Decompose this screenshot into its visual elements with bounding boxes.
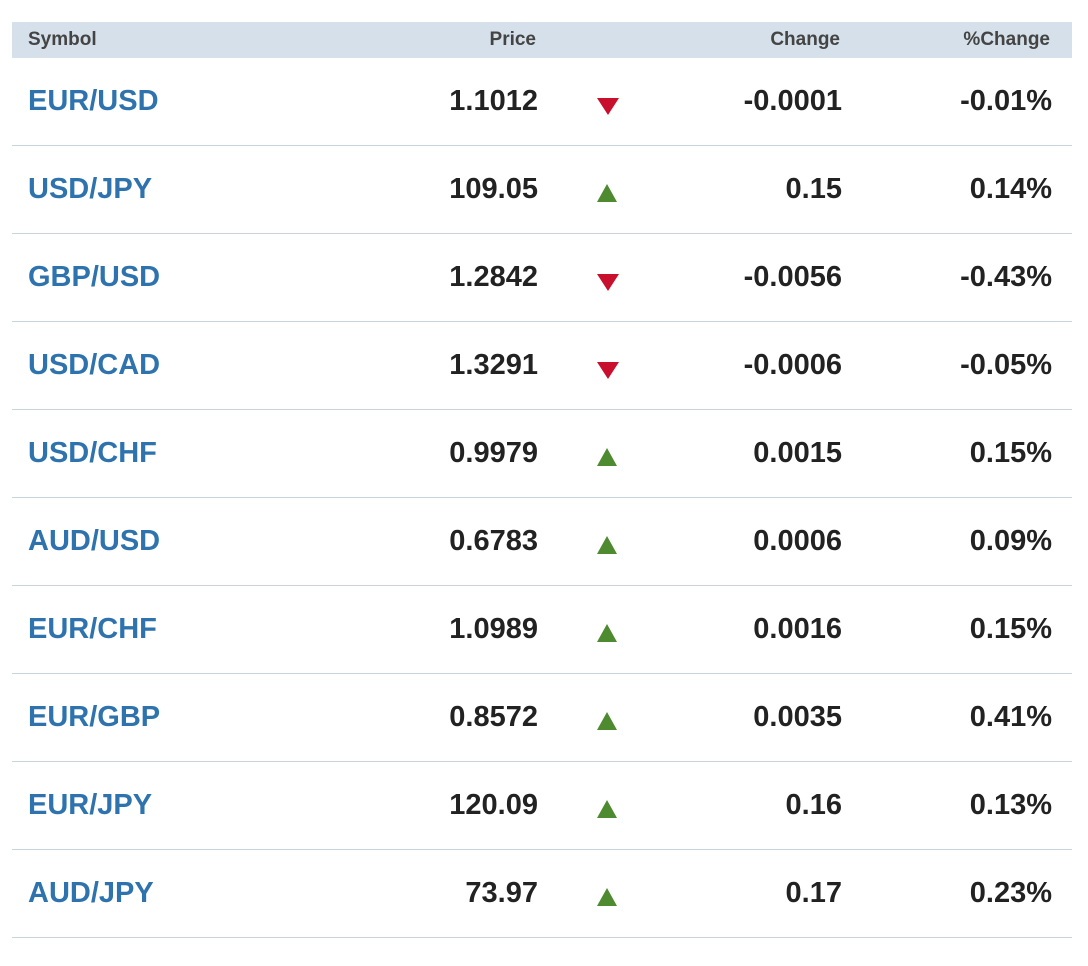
symbol-link[interactable]: EUR/JPY [28, 762, 152, 848]
up-arrow-icon [597, 624, 617, 642]
change-value: 0.0015 [753, 437, 842, 469]
change-value: 0.17 [785, 877, 842, 909]
symbol-link[interactable]: EUR/GBP [28, 674, 160, 760]
down-arrow-icon [597, 362, 619, 379]
symbol-link[interactable]: AUD/USD [28, 498, 160, 584]
up-arrow-icon [597, 712, 617, 730]
price-value: 109.05 [449, 173, 538, 205]
pct-change-value: 0.23% [969, 877, 1052, 909]
price-value: 0.9979 [449, 437, 538, 469]
table-row: EUR/JPY 120.09 0.16 0.13% [12, 762, 1072, 850]
pct-change-value: -0.05% [960, 349, 1052, 381]
price-value: 0.8572 [449, 701, 538, 733]
table-row: USD/CHF 0.9979 0.0015 0.15% [12, 410, 1072, 498]
pct-change-value: 0.41% [969, 701, 1052, 733]
price-value: 0.6783 [449, 525, 538, 557]
price-value: 1.3291 [449, 349, 538, 381]
table-row: USD/CAD 1.3291 -0.0006 -0.05% [12, 322, 1072, 410]
symbol-link[interactable]: EUR/CHF [28, 586, 157, 672]
pct-change-value: 0.13% [969, 789, 1052, 821]
table-row: USD/JPY 109.05 0.15 0.14% [12, 146, 1072, 234]
table-row: EUR/GBP 0.8572 0.0035 0.41% [12, 674, 1072, 762]
table-header: Symbol Price Change %Change [12, 22, 1072, 58]
pct-change-value: 0.14% [969, 173, 1052, 205]
change-value: -0.0001 [743, 85, 842, 117]
table-row: AUD/USD 0.6783 0.0006 0.09% [12, 498, 1072, 586]
change-value: -0.0056 [743, 261, 842, 293]
header-pct-change[interactable]: %Change [963, 30, 1050, 50]
table-row: EUR/USD 1.1012 -0.0001 -0.01% [12, 58, 1072, 146]
pct-change-value: -0.43% [960, 261, 1052, 293]
table-row: GBP/USD 1.2842 -0.0056 -0.43% [12, 234, 1072, 322]
header-change[interactable]: Change [770, 30, 840, 50]
symbol-link[interactable]: USD/CAD [28, 322, 160, 408]
symbol-link[interactable]: USD/CHF [28, 410, 157, 496]
symbol-link[interactable]: GBP/USD [28, 234, 160, 320]
price-value: 73.97 [465, 877, 538, 909]
down-arrow-icon [597, 98, 619, 115]
symbol-link[interactable]: USD/JPY [28, 146, 152, 232]
symbol-link[interactable]: EUR/USD [28, 58, 159, 144]
price-value: 1.2842 [449, 261, 538, 293]
pct-change-value: -0.01% [960, 85, 1052, 117]
price-value: 1.0989 [449, 613, 538, 645]
header-symbol[interactable]: Symbol [28, 30, 97, 50]
pct-change-value: 0.15% [969, 437, 1052, 469]
symbol-link[interactable]: AUD/JPY [28, 850, 154, 936]
header-price[interactable]: Price [490, 30, 536, 50]
change-value: 0.0006 [753, 525, 842, 557]
up-arrow-icon [597, 184, 617, 202]
price-value: 120.09 [449, 789, 538, 821]
table-row: AUD/JPY 73.97 0.17 0.23% [12, 850, 1072, 938]
change-value: 0.16 [785, 789, 842, 821]
change-value: 0.0035 [753, 701, 842, 733]
change-value: -0.0006 [743, 349, 842, 381]
change-value: 0.0016 [753, 613, 842, 645]
up-arrow-icon [597, 536, 617, 554]
pct-change-value: 0.15% [969, 613, 1052, 645]
table-row: EUR/CHF 1.0989 0.0016 0.15% [12, 586, 1072, 674]
pct-change-value: 0.09% [969, 525, 1052, 557]
up-arrow-icon [597, 888, 617, 906]
up-arrow-icon [597, 448, 617, 466]
currency-quotes-table: Symbol Price Change %Change EUR/USD 1.10… [12, 22, 1072, 938]
change-value: 0.15 [785, 173, 842, 205]
price-value: 1.1012 [449, 85, 538, 117]
up-arrow-icon [597, 800, 617, 818]
down-arrow-icon [597, 274, 619, 291]
